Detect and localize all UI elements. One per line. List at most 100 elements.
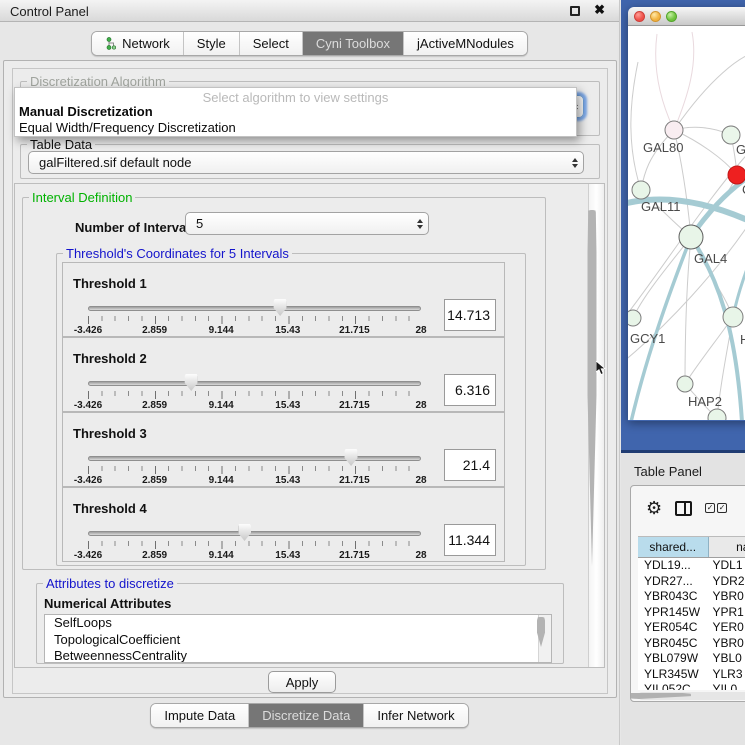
node-gal11[interactable] bbox=[632, 181, 650, 199]
tab-impute-data-label: Impute Data bbox=[164, 708, 235, 723]
table-row[interactable]: YER054CYER0 bbox=[638, 620, 745, 636]
close-traffic-light-icon[interactable] bbox=[634, 11, 645, 22]
float-window-icon[interactable] bbox=[570, 6, 580, 16]
select-columns-icons[interactable]: ✓ ✓ bbox=[705, 503, 727, 513]
checkbox-icon[interactable]: ✓ bbox=[717, 503, 727, 513]
table-row[interactable]: YIL052CYIL0 bbox=[638, 682, 745, 690]
dropdown-option-manual-discretization[interactable]: Manual Discretization bbox=[15, 104, 576, 120]
node-attribute-table[interactable]: shared... na YDL19...YDL1 YDR27...YDR2 Y… bbox=[638, 536, 745, 690]
cell: YER0 bbox=[709, 620, 745, 636]
network-canvas[interactable]: GAL80 GA C GAL11 GAL4 GCY1 H HAP2 bbox=[628, 26, 745, 420]
tick-label: 9.144 bbox=[209, 325, 234, 336]
list-item-topologicalcoefficient[interactable]: TopologicalCoefficient bbox=[45, 632, 551, 649]
gear-icon[interactable]: ⚙ bbox=[646, 499, 662, 517]
interval-definition-title: Interval Definition bbox=[29, 190, 135, 205]
zoom-traffic-light-icon[interactable] bbox=[666, 11, 677, 22]
threshold-4-value-field[interactable] bbox=[444, 524, 496, 556]
tick-label: 9.144 bbox=[209, 475, 234, 486]
tick-label: 21.715 bbox=[339, 475, 370, 486]
tab-cyni-toolbox[interactable]: Cyni Toolbox bbox=[303, 32, 404, 55]
tab-impute-data[interactable]: Impute Data bbox=[151, 704, 249, 727]
table-row[interactable]: YPR145WYPR1 bbox=[638, 605, 745, 621]
number-of-intervals-combobox[interactable]: 5 bbox=[185, 212, 429, 235]
table-data-group-title: Table Data bbox=[27, 137, 95, 152]
vertical-scrollbar[interactable] bbox=[588, 184, 604, 667]
table-row[interactable]: YLR345WYLR3 bbox=[638, 667, 745, 683]
tab-jactivemnodules[interactable]: jActiveMNodules bbox=[404, 32, 527, 55]
threshold-1-value-field[interactable] bbox=[444, 299, 496, 331]
slider-thumb[interactable] bbox=[185, 374, 198, 391]
tab-network[interactable]: Network bbox=[92, 32, 184, 55]
tick-label: 9.144 bbox=[209, 550, 234, 561]
cell: YBL0 bbox=[709, 651, 745, 667]
tick-label: 9.144 bbox=[209, 400, 234, 411]
control-panel-window: Control Panel ✖ Network Style Select Cyn… bbox=[0, 0, 620, 745]
checkbox-icon[interactable]: ✓ bbox=[705, 503, 715, 513]
threshold-1-slider[interactable]: -3.426 2.859 9.144 15.43 21.715 28 bbox=[88, 303, 421, 337]
dropdown-option-equal-width-frequency[interactable]: Equal Width/Frequency Discretization bbox=[15, 120, 576, 136]
slider-track[interactable] bbox=[88, 456, 421, 461]
vertical-scrollbar-thumb[interactable] bbox=[588, 210, 597, 566]
slider-track[interactable] bbox=[88, 381, 421, 386]
apply-button[interactable]: Apply bbox=[268, 671, 336, 693]
close-icon[interactable]: ✖ bbox=[594, 2, 605, 18]
cell: YDL19... bbox=[638, 558, 709, 574]
columns-icon[interactable] bbox=[675, 501, 692, 516]
table-row[interactable]: YBR045CYBR0 bbox=[638, 636, 745, 652]
tab-discretize-data[interactable]: Discretize Data bbox=[249, 704, 364, 727]
tick-label: 15.43 bbox=[275, 550, 300, 561]
node-gal80[interactable] bbox=[665, 121, 683, 139]
tab-cyni-toolbox-label: Cyni Toolbox bbox=[316, 36, 390, 51]
slider-thumb[interactable] bbox=[345, 449, 358, 466]
node-h[interactable] bbox=[723, 307, 743, 327]
slider-ticks-major bbox=[88, 316, 422, 324]
tab-select[interactable]: Select bbox=[240, 32, 303, 55]
table-data-combobox[interactable]: galFiltered.sif default node bbox=[28, 151, 584, 174]
table-row[interactable]: YDR27...YDR2 bbox=[638, 574, 745, 590]
horizontal-scrollbar-thumb[interactable] bbox=[630, 693, 691, 699]
slider-thumb[interactable] bbox=[274, 299, 287, 316]
minimize-traffic-light-icon[interactable] bbox=[650, 11, 661, 22]
right-dock-area: GAL80 GA C GAL11 GAL4 GCY1 H HAP2 Table … bbox=[621, 0, 745, 745]
top-tab-bar: Network Style Select Cyni Toolbox jActiv… bbox=[0, 31, 619, 56]
tab-style[interactable]: Style bbox=[184, 32, 240, 55]
threshold-1-box: Threshold 1 -3.426 2.859 9.144 15.43 21.… bbox=[62, 262, 505, 337]
column-header-shared-name[interactable]: shared... bbox=[638, 537, 709, 557]
node-hap2[interactable] bbox=[677, 376, 693, 392]
network-nodes[interactable] bbox=[628, 121, 745, 420]
list-scrollbar-thumb[interactable] bbox=[537, 617, 545, 647]
list-scrollbar[interactable] bbox=[538, 615, 551, 662]
bottom-tab-bar: Impute Data Discretize Data Infer Networ… bbox=[0, 703, 619, 728]
threshold-1-label: Threshold 1 bbox=[73, 276, 147, 291]
node-partial-bottom[interactable] bbox=[708, 409, 726, 420]
slider-thumb[interactable] bbox=[238, 524, 251, 541]
cell: YBR0 bbox=[709, 636, 745, 652]
list-item-betweennesscentrality[interactable]: BetweennessCentrality bbox=[45, 648, 551, 663]
threshold-3-slider[interactable]: -3.426 2.859 9.144 15.43 21.715 28 bbox=[88, 453, 421, 487]
threshold-3-value-field[interactable] bbox=[444, 449, 496, 481]
slider-track[interactable] bbox=[88, 531, 421, 536]
list-item-selfloops[interactable]: SelfLoops bbox=[45, 615, 551, 632]
threshold-4-slider[interactable]: -3.426 2.859 9.144 15.43 21.715 28 bbox=[88, 528, 421, 562]
tab-infer-network-label: Infer Network bbox=[377, 708, 454, 723]
horizontal-scrollbar[interactable] bbox=[638, 692, 745, 700]
table-row[interactable]: YBR043CYBR0 bbox=[638, 589, 745, 605]
threshold-2-value-field[interactable] bbox=[444, 374, 496, 406]
node-gcy1[interactable] bbox=[628, 310, 641, 326]
tab-network-label: Network bbox=[122, 36, 170, 51]
tick-label: 15.43 bbox=[275, 475, 300, 486]
tick-label: 15.43 bbox=[275, 400, 300, 411]
algorithm-dropdown-popup: Select algorithm to view settings Manual… bbox=[14, 87, 577, 137]
tab-jactivemnodules-label: jActiveMNodules bbox=[417, 36, 514, 51]
dropdown-prompt: Select algorithm to view settings bbox=[15, 88, 576, 104]
network-node-labels: GAL80 GA C GAL11 GAL4 GCY1 H HAP2 bbox=[630, 140, 745, 409]
table-row[interactable]: YDL19...YDL1 bbox=[638, 558, 745, 574]
tab-infer-network[interactable]: Infer Network bbox=[364, 704, 467, 727]
table-panel-toolbar: ⚙ ✓ ✓ bbox=[631, 486, 745, 530]
node-label-hap2: HAP2 bbox=[688, 394, 722, 409]
node-gal4[interactable] bbox=[679, 225, 703, 249]
table-row[interactable]: YBL079WYBL0 bbox=[638, 651, 745, 667]
column-header-name[interactable]: na bbox=[709, 537, 745, 557]
slider-track[interactable] bbox=[88, 306, 421, 311]
threshold-2-slider[interactable]: -3.426 2.859 9.144 15.43 21.715 28 bbox=[88, 378, 421, 412]
